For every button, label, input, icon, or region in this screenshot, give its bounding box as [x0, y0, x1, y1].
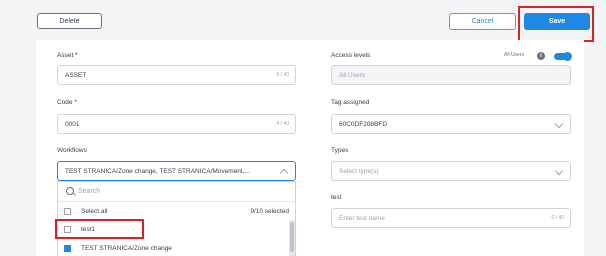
select-all-label: Select all	[81, 207, 108, 215]
workflows-label: Workflows	[57, 147, 87, 154]
tag-assigned-select[interactable]: 60C0DF208BFD	[331, 114, 571, 134]
select-all-option[interactable]: Select all 9/10 selected	[58, 202, 289, 220]
option-checkbox[interactable]	[64, 225, 71, 233]
select-all-checkbox[interactable]	[64, 207, 71, 215]
chevron-down-icon	[554, 119, 564, 129]
dropdown-search-input[interactable]: Search	[58, 182, 295, 202]
chevron-down-icon	[554, 166, 564, 176]
asset-value: ASSET	[65, 71, 87, 79]
code-label: Code *	[57, 99, 77, 106]
types-placeholder: Select type(s)	[339, 167, 379, 175]
delete-button[interactable]: Delete	[37, 13, 102, 29]
cancel-button[interactable]: Cancel	[449, 13, 516, 30]
access-levels-placeholder: All Users	[339, 71, 366, 79]
types-label: Types	[331, 147, 349, 154]
search-placeholder: Search	[78, 188, 101, 195]
toggle-knob	[563, 52, 572, 61]
workflows-select[interactable]: TEST STRANICA/Zone change, TEST STRANICA…	[57, 161, 296, 181]
search-icon	[66, 187, 74, 195]
asset-input[interactable]: ASSET 5 / 40	[57, 65, 296, 85]
tag-assigned-label: Tag assigned	[331, 99, 370, 106]
test-input[interactable]: Enter test name 0 / 40	[331, 208, 571, 228]
option-label: TEST STRANICA/Zone change	[81, 244, 172, 252]
option-label: test1	[81, 225, 96, 233]
info-icon: i	[537, 52, 545, 60]
asset-label: Asset *	[57, 52, 78, 59]
access-levels-label: Access levels	[331, 52, 371, 59]
dropdown-option[interactable]: test1	[58, 220, 289, 238]
chevron-up-icon	[279, 168, 289, 178]
types-select[interactable]: Select type(s)	[331, 161, 571, 181]
all-users-toggle-label: All Users	[504, 52, 525, 58]
code-input[interactable]: 0001 4 / 40	[57, 114, 296, 134]
dropdown-scroll-thumb[interactable]	[290, 222, 294, 252]
dropdown-option[interactable]: TEST STRANICA/Zone change	[58, 239, 289, 256]
test-label: test	[331, 194, 342, 201]
test-placeholder: Enter test name	[339, 214, 385, 222]
asset-character-counter: 5 / 40	[276, 72, 289, 78]
code-value: 0001	[65, 120, 80, 128]
tag-assigned-value: 60C0DF208BFD	[339, 120, 388, 128]
save-button[interactable]: Save	[524, 13, 590, 30]
test-character-counter: 0 / 40	[551, 215, 564, 221]
asset-edit-page: Delete Cancel Save Asset * ASSET 5 / 40 …	[0, 0, 606, 256]
access-levels-select: All Users	[331, 65, 571, 85]
dropdown-scrollbar[interactable]	[289, 220, 295, 256]
selected-count: 9/10 selected	[250, 207, 289, 215]
workflows-dropdown: Search Select all 9/10 selected test1 TE…	[57, 181, 296, 256]
all-users-toggle[interactable]	[554, 52, 572, 61]
option-checkbox[interactable]	[64, 244, 71, 252]
workflows-selected-value: TEST STRANICA/Zone change, TEST STRANICA…	[65, 167, 250, 175]
code-character-counter: 4 / 40	[276, 121, 289, 127]
